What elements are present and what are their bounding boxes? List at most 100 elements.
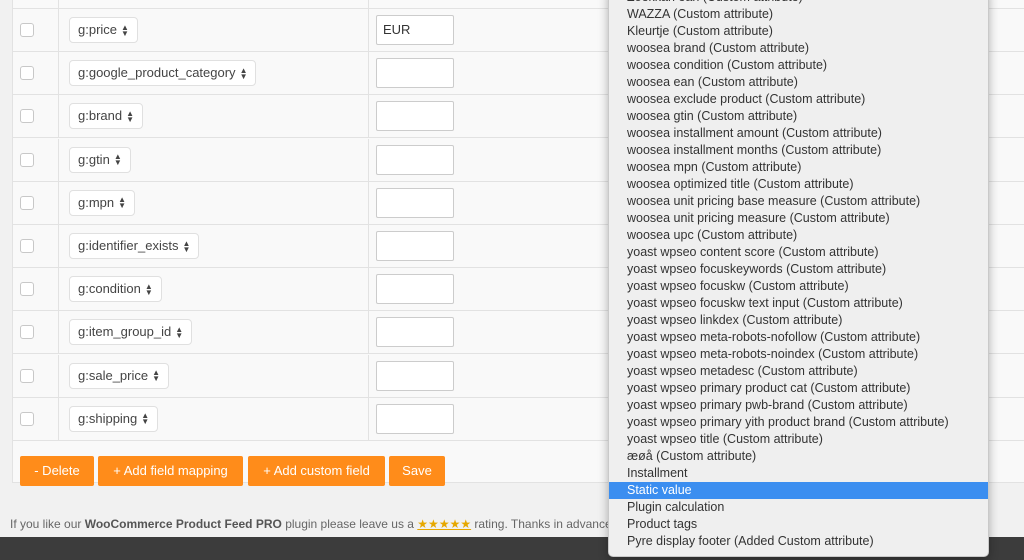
dropdown-option[interactable]: yoast wpseo focuskw text input (Custom a… (609, 295, 988, 312)
dropdown-option[interactable]: woosea gtin (Custom attribute) (609, 108, 988, 125)
dropdown-option[interactable]: woosea mpn (Custom attribute) (609, 159, 988, 176)
dropdown-option[interactable]: Static value (609, 482, 988, 499)
dropdown-option[interactable]: woosea optimized title (Custom attribute… (609, 176, 988, 193)
dropdown-option[interactable]: yoast wpseo primary product cat (Custom … (609, 380, 988, 397)
select-arrows-icon: ▲ ▼ (118, 195, 127, 211)
row-checkbox[interactable] (20, 282, 34, 297)
dropdown-option[interactable]: yoast wpseo metadesc (Custom attribute) (609, 363, 988, 380)
add-field-mapping-button[interactable]: + Add field mapping (98, 456, 243, 486)
dropdown-option[interactable]: yoast wpseo focuskeywords (Custom attrib… (609, 261, 988, 278)
dropdown-option[interactable]: woosea brand (Custom attribute) (609, 40, 988, 57)
dropdown-option[interactable]: yoast wpseo linkdex (Custom attribute) (609, 312, 988, 329)
checkbox-cell (13, 95, 59, 138)
row-checkbox[interactable] (20, 411, 34, 426)
select-arrows-icon: ▲ ▼ (175, 324, 184, 340)
value-input[interactable] (376, 403, 454, 434)
dropdown-option[interactable]: Kleurtje (Custom attribute) (609, 23, 988, 40)
field-cell: g:google_product_category ▲ ▼ (59, 52, 369, 95)
field-select[interactable]: g:brand ▲ ▼ (69, 103, 144, 130)
checkbox-cell (13, 268, 59, 311)
dropdown-option[interactable]: woosea upc (Custom attribute) (609, 227, 988, 244)
dropdown-option[interactable]: yoast wpseo title (Custom attribute) (609, 431, 988, 448)
field-cell: g:mpn ▲ ▼ (59, 181, 369, 224)
dropdown-option[interactable]: woosea installment amount (Custom attrib… (609, 125, 988, 142)
value-input[interactable] (376, 360, 454, 391)
dropdown-option[interactable]: yoast wpseo focuskw (Custom attribute) (609, 278, 988, 295)
dropdown-option[interactable]: yoast wpseo primary yith product brand (… (609, 414, 988, 431)
dropdown-option[interactable]: Product tags (609, 516, 988, 533)
value-input[interactable] (376, 231, 454, 261)
field-select-value: g:google_product_category (78, 65, 236, 81)
row-checkbox[interactable] (20, 325, 34, 340)
row-checkbox[interactable] (20, 152, 34, 167)
attribute-dropdown-list[interactable]: Zoekkan ean (Custom attribute)WAZZA (Cus… (608, 0, 989, 557)
field-select[interactable]: g:condition ▲ ▼ (69, 276, 162, 303)
checkbox-cell (13, 52, 59, 95)
value-input[interactable] (376, 274, 454, 305)
value-input[interactable] (376, 144, 454, 175)
value-input[interactable] (376, 187, 454, 218)
field-select[interactable]: g:price ▲ ▼ (69, 17, 138, 43)
dropdown-option[interactable]: yoast wpseo meta-robots-noindex (Custom … (609, 346, 988, 363)
footer-text: If you like our WooCommerce Product Feed… (10, 517, 612, 531)
dropdown-option[interactable]: WAZZA (Custom attribute) (609, 6, 988, 23)
value-input[interactable] (376, 101, 454, 132)
field-select[interactable]: g:shipping ▲ ▼ (69, 405, 159, 432)
dropdown-option[interactable]: yoast wpseo meta-robots-nofollow (Custom… (609, 329, 988, 346)
field-select-value: g:condition (78, 281, 141, 297)
value-input[interactable] (376, 317, 454, 348)
dropdown-option[interactable]: Pyre display footer (Added Custom attrib… (609, 533, 988, 550)
dropdown-option[interactable]: æøå (Custom attribute) (609, 448, 988, 465)
add-custom-field-button[interactable]: + Add custom field (248, 456, 385, 486)
delete-button[interactable]: - Delete (20, 456, 94, 486)
field-cell: g:price ▲ ▼ (59, 9, 369, 51)
field-select[interactable]: g:mpn ▲ ▼ (69, 189, 136, 216)
field-cell: g:shipping ▲ ▼ (59, 397, 369, 440)
field-cell: g:item_group_id ▲ ▼ (59, 311, 369, 354)
field-select-value: g:shipping (78, 410, 138, 426)
dropdown-option[interactable]: Plugin calculation (609, 499, 988, 516)
field-select[interactable]: g:sale_price ▲ ▼ (69, 362, 170, 389)
field-cell: g:condition ▲ ▼ (59, 268, 369, 311)
row-checkbox[interactable] (20, 368, 34, 383)
select-arrows-icon: ▲ ▼ (152, 368, 161, 384)
dropdown-option[interactable]: woosea unit pricing base measure (Custom… (609, 193, 988, 210)
checkbox-cell (13, 225, 59, 267)
field-cell: g:gtin ▲ ▼ (59, 138, 369, 181)
dropdown-option[interactable]: yoast wpseo content score (Custom attrib… (609, 244, 988, 261)
value-input[interactable]: EUR (376, 15, 454, 45)
field-select-value: g:price (78, 22, 118, 37)
rating-stars-link[interactable]: ★★★★★ (417, 517, 471, 531)
checkbox-cell (13, 138, 59, 181)
row-checkbox[interactable] (20, 239, 34, 253)
checkbox-cell (13, 397, 59, 440)
field-select[interactable]: g:gtin ▲ ▼ (69, 146, 131, 173)
checkbox-cell (13, 181, 59, 224)
dropdown-option[interactable]: Installment (609, 465, 988, 482)
field-select-value: g:item_group_id (78, 324, 172, 340)
value-input[interactable] (376, 58, 454, 89)
row-checkbox[interactable] (20, 109, 34, 124)
select-arrows-icon: ▲ ▼ (121, 22, 129, 38)
footer-mid: plugin please leave us a (281, 517, 418, 531)
dropdown-option[interactable]: woosea unit pricing measure (Custom attr… (609, 210, 988, 227)
row-checkbox[interactable] (20, 23, 34, 37)
field-select[interactable]: g:item_group_id ▲ ▼ (69, 319, 193, 346)
field-select-value: g:identifier_exists (78, 238, 179, 253)
field-select[interactable]: g:identifier_exists ▲ ▼ (69, 233, 200, 259)
dropdown-option[interactable]: woosea installment months (Custom attrib… (609, 142, 988, 159)
field-select[interactable]: g:google_product_category ▲ ▼ (69, 60, 257, 87)
dropdown-option[interactable]: woosea condition (Custom attribute) (609, 57, 988, 74)
field-cell: g:identifier_exists ▲ ▼ (59, 225, 369, 267)
footer-post: rating. Thanks in advance (471, 517, 612, 531)
dropdown-option[interactable]: yoast wpseo primary pwb-brand (Custom at… (609, 397, 988, 414)
field-cell: g:brand ▲ ▼ (59, 95, 369, 138)
save-button[interactable]: Save (389, 456, 445, 486)
select-arrows-icon: ▲ ▼ (144, 281, 153, 297)
dropdown-option[interactable]: woosea exclude product (Custom attribute… (609, 91, 988, 108)
field-cell: g:sale_price ▲ ▼ (59, 354, 369, 397)
dropdown-option[interactable]: woosea ean (Custom attribute) (609, 74, 988, 91)
checkbox-cell (13, 311, 59, 354)
row-checkbox[interactable] (20, 195, 34, 210)
row-checkbox[interactable] (20, 66, 34, 81)
